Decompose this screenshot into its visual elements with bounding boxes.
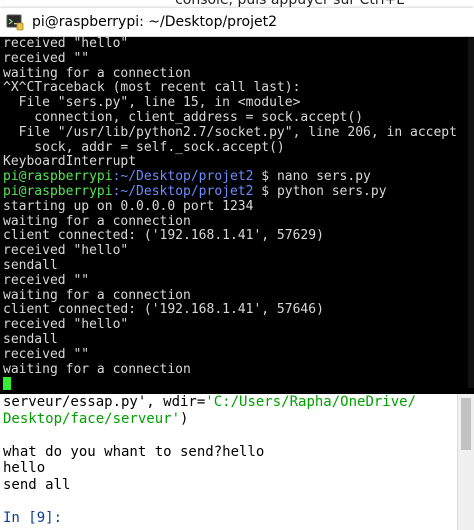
terminal-line-text: starting up on 0.0.0.0 port 1234 [3, 198, 254, 214]
console-input-line[interactable]: In [9]: [0, 510, 474, 527]
console-output-line: what do you whant to send?hello [3, 443, 265, 460]
terminal-line-text: received "" [3, 50, 90, 66]
terminal-line-text: File "/usr/lib/python2.7/socket.py", lin… [3, 124, 457, 140]
terminal-titlebar[interactable]: pi@raspberrypi: ~/Desktop/projet2 [0, 8, 474, 37]
terminal-line-text: waiting for a connection [3, 361, 191, 377]
terminal-cursor [3, 377, 11, 391]
terminal-line: received "" [0, 50, 474, 67]
terminal-line: client connected: ('192.168.1.41', 57629… [0, 228, 474, 244]
terminal-cursor-line[interactable] [0, 377, 474, 392]
terminal-line: received "" [0, 272, 474, 289]
prompt-path: :~/Desktop/projet2 [112, 183, 254, 199]
terminal-line-text: waiting for a connection [3, 65, 191, 81]
terminal-line-text: waiting for a connection [3, 287, 191, 303]
terminal-line: File "/usr/lib/python2.7/socket.py", lin… [0, 124, 474, 141]
console-scrollbar-thumb[interactable] [461, 398, 471, 450]
terminal-line: starting up on 0.0.0.0 port 1234 [0, 198, 474, 215]
terminal-line: ^X^CTraceback (most recent call last): [0, 80, 474, 96]
prompt-user: pi@raspberrypi [3, 183, 113, 199]
terminal-line-text: received "hello" [3, 317, 129, 333]
prompt-user: pi@raspberrypi [3, 169, 113, 185]
terminal-output[interactable]: received "hello" received "" waiting for a… [0, 37, 474, 394]
terminal-line: client connected: ('192.168.1.41', 57646… [0, 302, 474, 318]
terminal-line: sendall [0, 331, 474, 348]
terminal-line-text: received "" [3, 272, 90, 288]
run-wdir-string-cont: Desktop/face/serveur' [3, 410, 181, 427]
console-output-line: hello [3, 460, 46, 476]
terminal-line: waiting for a connection [0, 213, 474, 230]
terminal-line-text: connection, client_address = sock.accept… [3, 109, 364, 125]
terminal-line: received "hello" [0, 317, 474, 333]
terminal-scrollbar[interactable] [468, 38, 474, 388]
terminal-title: pi@raspberrypi: ~/Desktop/projet2 [32, 14, 277, 30]
terminal-line: File "sers.py", line 15, in <module> [0, 95, 474, 111]
terminal-line: sendall [0, 257, 474, 274]
run-args-text: serveur/essap.py', wdir= [3, 394, 206, 410]
terminal-line-text: KeyboardInterrupt [3, 154, 137, 170]
console-scrollbar[interactable] [457, 394, 474, 530]
background-window-text: console, puis appuyer sur Ctrl+L [175, 0, 404, 8]
terminal-line-text: sendall [3, 331, 58, 347]
console-prompt: In [9]: [3, 509, 63, 526]
prompt-command: $ nano sers.py [253, 169, 371, 185]
terminal-line: waiting for a connection [0, 65, 474, 82]
console-run-line-1: serveur/essap.py', wdir='C:/Users/Rapha/… [0, 394, 474, 411]
terminal-window[interactable]: pi@raspberrypi: ~/Desktop/projet2 receiv… [0, 8, 474, 394]
terminal-line: received "hello" [0, 37, 474, 52]
terminal-line: pi@raspberrypi:~/Desktop/projet2 $ nano … [0, 169, 474, 185]
terminal-line: received "hello" [0, 243, 474, 259]
terminal-line: waiting for a connection [0, 361, 474, 378]
terminal-line: received "" [0, 346, 474, 363]
console-run-line-2: Desktop/face/serveur') [0, 411, 474, 428]
terminal-line: waiting for a connection [0, 287, 474, 304]
terminal-line-text: received "hello" [3, 37, 129, 51]
terminal-line-text: received "" [3, 346, 90, 362]
prompt-command: $ python sers.py [253, 183, 387, 199]
terminal-line-text: File "sers.py", line 15, in <module> [3, 95, 301, 111]
terminal-line: sock, addr = self._sock.accept() [0, 139, 474, 156]
terminal-app-icon [6, 13, 24, 31]
terminal-line-text: ^X^CTraceback (most recent call last): [3, 80, 301, 96]
run-close-paren: ) [180, 410, 189, 427]
terminal-line: KeyboardInterrupt [0, 154, 474, 170]
terminal-line-text: received "hello" [3, 243, 129, 259]
run-wdir-string: 'C:/Users/Rapha/OneDrive/ [205, 394, 417, 410]
terminal-line-text: client connected: ('192.168.1.41', 57646… [3, 302, 324, 318]
terminal-line-text: waiting for a connection [3, 213, 191, 229]
terminal-line-text: client connected: ('192.168.1.41', 57629… [3, 228, 324, 244]
terminal-line-text: sendall [3, 257, 58, 273]
console-output-line: send all [3, 476, 71, 493]
prompt-path: :~/Desktop/projet2 [112, 169, 254, 185]
terminal-line: connection, client_address = sock.accept… [0, 109, 474, 126]
ipython-console[interactable]: serveur/essap.py', wdir='C:/Users/Rapha/… [0, 394, 474, 530]
terminal-line: pi@raspberrypi:~/Desktop/projet2 $ pytho… [0, 183, 474, 200]
terminal-line-text: sock, addr = self._sock.accept() [3, 139, 285, 155]
